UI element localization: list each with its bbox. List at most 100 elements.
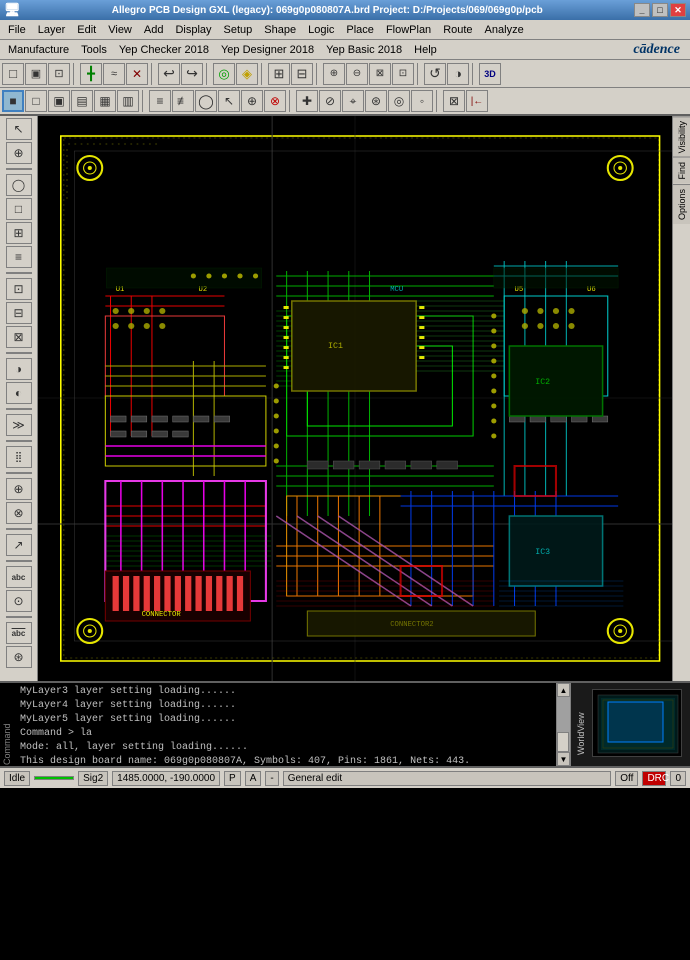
tb2-20[interactable]: |← xyxy=(466,90,488,112)
lp-grid[interactable]: ⣿ xyxy=(6,446,32,468)
maximize-button[interactable]: □ xyxy=(652,3,668,17)
tb-add-connect[interactable]: ╋ xyxy=(80,63,102,85)
status-coords: 1485.0000, -190.0000 xyxy=(112,771,220,786)
tb-route-mode[interactable]: ◈ xyxy=(236,63,258,85)
menu-layer[interactable]: Layer xyxy=(32,22,72,38)
menu-shape[interactable]: Shape xyxy=(258,22,302,38)
tb2-3[interactable]: ▣ xyxy=(48,90,70,112)
menu-tools[interactable]: Tools xyxy=(75,42,113,58)
tb-new[interactable]: □ xyxy=(2,63,24,85)
menu-yep-designer[interactable]: Yep Designer 2018 xyxy=(215,42,320,58)
tb2-1[interactable]: ■ xyxy=(2,90,24,112)
console-scroll-up[interactable]: ▲ xyxy=(557,683,570,697)
lp-remove[interactable]: ⊟ xyxy=(6,302,32,324)
tb2-12[interactable]: ⊗ xyxy=(264,90,286,112)
menu-yep-basic[interactable]: Yep Basic 2018 xyxy=(320,42,408,58)
toolbar1-sep4 xyxy=(261,63,265,85)
tb-zoom-fit[interactable]: ⊠ xyxy=(369,63,391,85)
tb-paste[interactable]: ⊟ xyxy=(291,63,313,85)
tb-slide[interactable]: ≈ xyxy=(103,63,125,85)
menu-logic[interactable]: Logic xyxy=(302,22,340,38)
tb2-19[interactable]: ⊠ xyxy=(443,90,465,112)
tb2-8[interactable]: ≢ xyxy=(172,90,194,112)
tb2-4[interactable]: ▤ xyxy=(71,90,93,112)
menu-view[interactable]: View xyxy=(102,22,138,38)
tb2-2[interactable]: □ xyxy=(25,90,47,112)
lp-line[interactable]: ≡ xyxy=(6,246,32,268)
tb2-18[interactable]: ◦ xyxy=(411,90,433,112)
tb2-13[interactable]: ✚ xyxy=(296,90,318,112)
tb-redo[interactable]: ↪ xyxy=(181,63,203,85)
lp-net[interactable]: ⊗ xyxy=(6,502,32,524)
tb-ratsnest[interactable]: ◎ xyxy=(213,63,235,85)
lp-rect[interactable]: □ xyxy=(6,198,32,220)
tb-zoom-out[interactable]: ⊖ xyxy=(346,63,368,85)
tb2-17[interactable]: ◎ xyxy=(388,90,410,112)
menu-add[interactable]: Add xyxy=(138,22,170,38)
console-output[interactable]: MyLayer3 layer setting loading...... MyL… xyxy=(16,683,556,766)
tb2-14[interactable]: ⊘ xyxy=(319,90,341,112)
menu-display[interactable]: Display xyxy=(169,22,217,38)
tb2-9[interactable]: ◯ xyxy=(195,90,217,112)
lp-add[interactable]: ⊞ xyxy=(6,222,32,244)
lp-text-dot[interactable]: ⊙ xyxy=(6,590,32,612)
menu-setup[interactable]: Setup xyxy=(218,22,259,38)
right-panel: Visibility Find Options xyxy=(672,116,690,681)
lp-zoom[interactable]: ⊕ xyxy=(6,142,32,164)
close-button[interactable]: ✕ xyxy=(670,3,686,17)
toolbar2: ■ □ ▣ ▤ ▦ ▥ ≡ ≢ ◯ ↖ ⊕ ⊗ ✚ ⊘ ⌖ ⊛ ◎ ◦ ⊠ |← xyxy=(0,88,690,116)
tb2-7[interactable]: ≡ xyxy=(149,90,171,112)
tb2-15[interactable]: ⌖ xyxy=(342,90,364,112)
lp-text3[interactable]: ⊛ xyxy=(6,646,32,668)
tb-undo[interactable]: ↩ xyxy=(158,63,180,85)
lp-fast[interactable]: ≫ xyxy=(6,414,32,436)
tb-3d[interactable]: 3D xyxy=(479,63,501,85)
lp-property[interactable]: ⊕ xyxy=(6,478,32,500)
minimap-canvas[interactable] xyxy=(592,689,682,757)
lp-text2[interactable]: abc xyxy=(6,622,32,644)
menu-manufacture[interactable]: Manufacture xyxy=(2,42,75,58)
menu-yep-checker[interactable]: Yep Checker 2018 xyxy=(113,42,215,58)
lp-sep6 xyxy=(6,472,32,474)
lp-dehighlight[interactable]: ◐ xyxy=(6,382,32,404)
lp-text1[interactable]: abc xyxy=(6,566,32,588)
minimize-button[interactable]: _ xyxy=(634,3,650,17)
console-scroll-down[interactable]: ▼ xyxy=(557,752,570,766)
console-area: Command MyLayer3 layer setting loading..… xyxy=(0,681,690,766)
console-scroll-thumb[interactable] xyxy=(557,732,569,752)
tab-visibility[interactable]: Visibility xyxy=(673,116,690,157)
lp-select[interactable]: ↖ xyxy=(6,118,32,140)
tb-refresh[interactable]: ↺ xyxy=(424,63,446,85)
tb2-10[interactable]: ↖ xyxy=(218,90,240,112)
titlebar-controls: _ □ ✕ xyxy=(634,3,686,17)
tb2-6[interactable]: ▥ xyxy=(117,90,139,112)
tb-highlight[interactable]: ◑ xyxy=(447,63,469,85)
console-scrollbar[interactable]: ▲ ▼ xyxy=(556,683,570,766)
tb-zoom-in[interactable]: ⊕ xyxy=(323,63,345,85)
tab-find[interactable]: Find xyxy=(673,157,690,184)
menu-help[interactable]: Help xyxy=(408,42,443,58)
menu-place[interactable]: Place xyxy=(340,22,380,38)
menu-edit[interactable]: Edit xyxy=(71,22,102,38)
menu-analyze[interactable]: Analyze xyxy=(479,22,530,38)
lp-circle[interactable]: ◯ xyxy=(6,174,32,196)
console-scroll-track[interactable] xyxy=(557,697,570,752)
menu-flowplan[interactable]: FlowPlan xyxy=(380,22,437,38)
tb-zoom-prev[interactable]: ⊡ xyxy=(392,63,414,85)
tb-copy[interactable]: ⊞ xyxy=(268,63,290,85)
tb2-11[interactable]: ⊕ xyxy=(241,90,263,112)
lp-highlight2[interactable]: ◑ xyxy=(6,358,32,380)
lp-pick[interactable]: ⊡ xyxy=(6,278,32,300)
pcb-canvas[interactable]: IC1 xyxy=(38,116,672,681)
tb-delete[interactable]: ✕ xyxy=(126,63,148,85)
lp-move[interactable]: ⊠ xyxy=(6,326,32,348)
tb2-16[interactable]: ⊛ xyxy=(365,90,387,112)
menu-file[interactable]: File xyxy=(2,22,32,38)
lp-angle[interactable]: ↗ xyxy=(6,534,32,556)
tb2-5[interactable]: ▦ xyxy=(94,90,116,112)
pcb-canvas-area[interactable]: IC1 xyxy=(38,116,672,681)
tb-save[interactable]: ⊡ xyxy=(48,63,70,85)
tb-open[interactable]: ▣ xyxy=(25,63,47,85)
tab-options[interactable]: Options xyxy=(673,184,690,224)
menu-route[interactable]: Route xyxy=(437,22,478,38)
